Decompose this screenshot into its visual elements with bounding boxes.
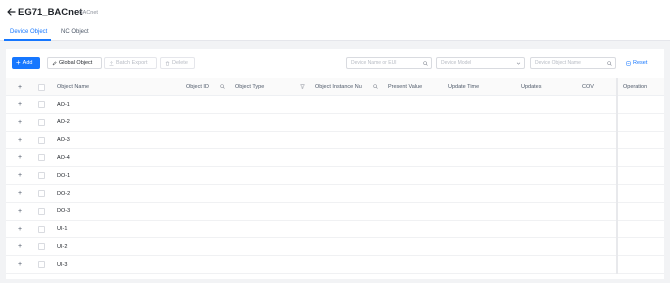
table-row: + AO-3 [6,132,664,150]
filter-icon[interactable] [300,84,305,89]
object-name-search-input[interactable] [531,58,615,68]
object-name-cell: UI-3 [57,261,68,268]
expand-row-icon[interactable]: + [18,208,22,215]
expand-row-icon[interactable]: + [18,190,22,197]
column-present-value: Present Value [388,84,423,90]
edit-icon [52,60,57,65]
global-object-button[interactable]: Global Object [47,57,102,69]
table-row: + AO-4 [6,149,664,168]
object-name-cell: UI-2 [57,243,68,250]
expand-row-icon[interactable]: + [18,119,22,126]
device-model-input[interactable] [437,58,524,68]
batch-export-button[interactable]: Batch Export [104,57,157,69]
fixed-column-divider [616,78,618,274]
table-row: + AO-2 [6,114,664,132]
tab-nc-object[interactable]: NC Object [61,29,89,35]
row-checkbox[interactable] [38,225,45,233]
chevron-down-icon [516,62,521,65]
tab-device-object[interactable]: Device Object [10,29,47,35]
search-icon [607,61,612,66]
column-object-id: Object ID [186,84,209,90]
object-name-cell: UI-1 [57,226,68,233]
row-checkbox[interactable] [38,172,45,180]
table-row: + UI-3 [6,256,664,274]
row-checkbox[interactable] [38,136,45,144]
table-row: + UI-2 [6,238,664,257]
expand-row-icon[interactable]: + [18,261,22,268]
row-checkbox[interactable] [38,261,45,269]
object-name-cell: AO-2 [57,119,70,126]
row-checkbox[interactable] [38,101,45,108]
object-name-cell: DO-1 [57,172,71,179]
table-row: + DO-3 [6,203,664,221]
object-name-cell: DO-3 [57,208,71,215]
object-name-cell: AO-4 [57,154,70,161]
expand-row-icon[interactable]: + [18,243,22,250]
export-icon [109,60,114,66]
search-icon[interactable] [220,84,225,89]
device-search-input[interactable] [347,58,431,68]
column-object-type: Object Type [235,84,265,90]
column-object-name: Object Name [57,84,90,90]
column-operation: Operation [623,84,648,90]
plus-icon: + [16,58,21,67]
column-update-time: Update Time [448,84,480,90]
object-name-cell: AO-1 [57,101,70,108]
object-name-cell: AO-3 [57,137,70,144]
table-row: + UI-1 [6,221,664,239]
column-cov: COV [582,84,594,90]
page-subtitle: BACnet [79,9,98,16]
expand-row-icon[interactable]: + [18,172,22,179]
column-object-instance-number: Object Instance Nu [315,84,362,90]
row-checkbox[interactable] [38,190,45,197]
delete-button[interactable]: Delete [160,57,195,69]
reset-icon [626,61,631,65]
object-name-cell: DO-2 [57,190,71,197]
search-icon [423,61,428,66]
add-button[interactable]: + Add [12,57,40,69]
table-row: + DO-2 [6,185,664,203]
expand-row-icon[interactable]: + [18,154,22,161]
expand-row-icon[interactable]: + [18,137,22,144]
back-arrow-icon[interactable] [6,7,16,17]
device-search-field[interactable] [346,57,432,69]
expand-row-icon[interactable]: + [18,101,22,108]
page-header: EG71_BACnet BACnet [0,0,670,24]
search-icon[interactable] [373,84,378,89]
row-checkbox[interactable] [38,243,45,251]
reset-button[interactable]: Reset [622,57,652,69]
row-checkbox[interactable] [38,154,45,162]
trash-icon [165,61,170,66]
row-checkbox[interactable] [38,118,45,126]
object-name-search-field[interactable] [530,57,616,69]
device-object-panel: + Add Global Object Batch Export Delete [6,49,664,279]
table-header: + Object Name Object ID Object Type Obje… [6,78,664,96]
select-all-checkbox[interactable] [38,83,45,91]
device-model-select[interactable] [436,57,525,69]
row-checkbox[interactable] [38,207,45,215]
expand-all-icon[interactable]: + [18,84,22,91]
table-row: + DO-1 [6,167,664,185]
column-updates: Updates [521,84,542,90]
active-tab-indicator [4,39,51,41]
tab-bar: Device Object NC Object [0,24,670,41]
page-title: EG71_BACnet [18,7,83,18]
table-row: + AO-1 [6,96,664,114]
expand-row-icon[interactable]: + [18,226,22,233]
